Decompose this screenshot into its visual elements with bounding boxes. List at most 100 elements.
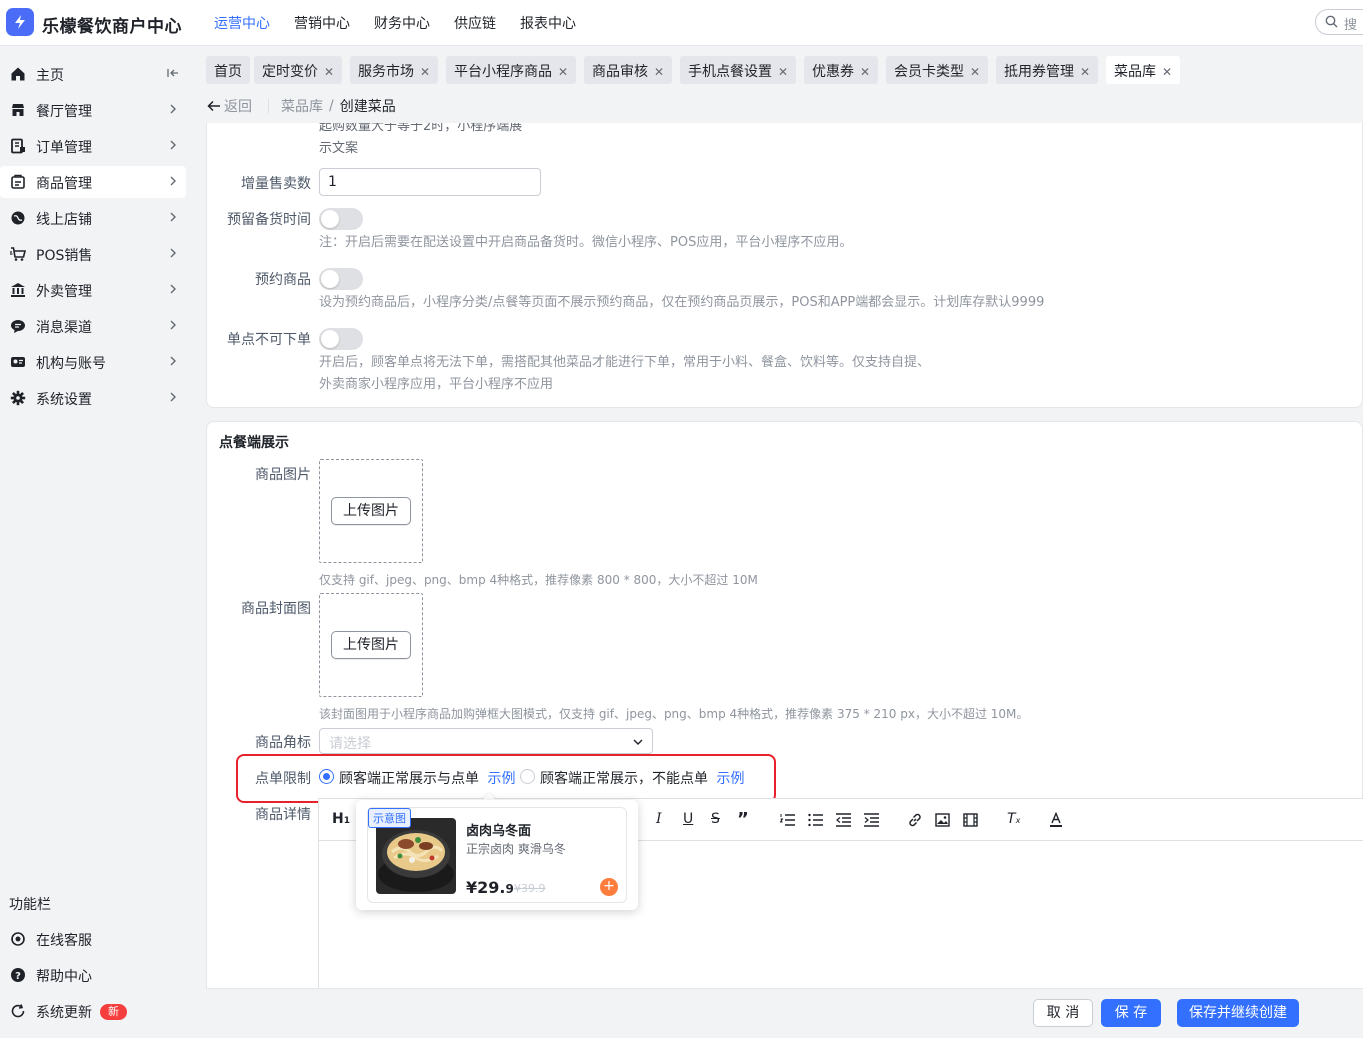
image-icon[interactable] [935,813,950,827]
sidebar-item-org-account[interactable]: 机构与账号 [0,346,186,378]
close-icon[interactable]: ✕ [970,65,980,79]
cover-label: 商品封面图 [241,601,311,617]
upload-cover-button[interactable]: 上传图片 [331,631,411,659]
tab-member-card[interactable]: 会员卡类型 ✕ [886,56,989,84]
collapse-icon[interactable] [166,66,180,80]
sidebar-item-online-store[interactable]: 线上店铺 [0,202,186,234]
sidebar-item-goods[interactable]: 商品管理 [0,166,186,198]
font-color-icon[interactable] [1049,812,1063,828]
tab-label: 手机点餐设置 [688,64,772,80]
indent-icon[interactable] [864,813,879,827]
heading-icon[interactable]: H1 [332,811,350,827]
save-and-continue-button[interactable]: 保存并继续创建 [1177,999,1299,1027]
sidebar-label: 餐厅管理 [36,104,92,120]
sidebar-label: POS销售 [36,248,93,264]
back-button[interactable]: 返回 [207,96,252,116]
sidebar-item-pos[interactable]: POS销售 [0,238,186,270]
tab-voucher[interactable]: 抵用券管理 ✕ [996,56,1099,84]
image-upload-area[interactable]: 上传图片 [319,459,423,563]
chevron-right-icon [170,392,176,402]
close-icon[interactable]: ✕ [558,65,568,79]
sidebar-item-takeaway[interactable]: 外卖管理 [0,274,186,306]
cancel-button[interactable]: 取 消 [1033,999,1093,1027]
tab-coupon[interactable]: 优惠券 ✕ [804,56,879,84]
video-icon[interactable] [963,813,978,827]
tab-goods-review[interactable]: 商品审核 ✕ [584,56,673,84]
tab-platform-goods[interactable]: 平台小程序商品 ✕ [446,56,577,84]
increment-label: 增量售卖数 [241,176,311,192]
corner-select[interactable]: 请选择 [319,728,653,754]
sidebar-item-orders[interactable]: 订单管理 [0,130,186,162]
ordered-list-icon[interactable] [780,813,795,827]
sidebar-label: 订单管理 [36,140,92,156]
close-icon[interactable]: ✕ [1162,65,1172,79]
corner-label: 商品角标 [255,735,311,751]
sidebar-item-help[interactable]: ? 帮助中心 [0,959,186,991]
single-order-toggle[interactable] [319,328,363,350]
sidebar-item-home[interactable]: 主页 [0,58,186,90]
topnav-report[interactable]: 报表中心 [520,13,576,33]
close-icon[interactable]: ✕ [420,65,430,79]
chevron-right-icon [170,176,176,186]
sidebar-item-settings[interactable]: 系统设置 [0,382,186,414]
upload-image-button[interactable]: 上传图片 [331,497,411,525]
close-icon[interactable]: ✕ [860,65,870,79]
cover-hint: 该封面图用于小程序商品加购弹框大图模式，仅支持 gif、jpeg、png、bmp… [319,707,1029,721]
sidebar-item-update[interactable]: 系统更新 新 [0,995,186,1027]
globe-icon [11,211,25,225]
single-order-label: 单点不可下单 [227,332,311,348]
outdent-icon[interactable] [836,813,851,827]
tab-home[interactable]: 首页 [206,56,250,84]
close-icon[interactable]: ✕ [324,65,334,79]
cover-upload-area[interactable]: 上传图片 [319,593,423,697]
price-decimal: 9 [505,882,514,896]
gear-icon [10,390,26,406]
quote-icon[interactable]: ” [737,809,749,830]
chevron-right-icon [170,320,176,330]
tab-market[interactable]: 服务市场 ✕ [350,56,439,84]
tab-label: 定时变价 [262,64,318,80]
sidebar-label: 帮助中心 [36,969,92,985]
basic-settings-card: 起购数量大于等于2时，小程序端展 示文案 增量售卖数 1 预留备货时间 注：开启… [206,123,1363,408]
topnav-marketing[interactable]: 营销中心 [294,13,350,33]
save-button[interactable]: 保 存 [1101,999,1161,1027]
arrow-left-icon [207,100,220,112]
italic-icon[interactable]: I [656,811,662,827]
search-icon [1325,15,1338,28]
bullet-list-icon[interactable] [808,813,823,827]
topnav-supply[interactable]: 供应链 [454,13,496,33]
tab-scheduled-price[interactable]: 定时变价 ✕ [254,56,343,84]
increment-input[interactable]: 1 [319,168,541,196]
refresh-icon [11,1004,25,1018]
search-input[interactable]: 搜 [1315,9,1363,35]
logo-icon[interactable] [6,8,34,36]
breadcrumb-current: 创建菜品 [339,99,396,115]
sidebar-label: 机构与账号 [36,356,106,372]
single-order-note2: 外卖商家小程序应用，平台小程序不应用 [319,377,554,392]
top-nav: 运营中心 营销中心 财务中心 供应链 报表中心 [214,13,576,33]
sidebar-item-online-service[interactable]: 在线客服 [0,923,186,955]
link-icon[interactable] [907,812,923,828]
close-icon[interactable]: ✕ [778,65,788,79]
sidebar-item-messages[interactable]: 消息渠道 [0,310,186,342]
tab-mobile-order[interactable]: 手机点餐设置 ✕ [680,56,797,84]
close-icon[interactable]: ✕ [1080,65,1090,79]
topnav-finance[interactable]: 财务中心 [374,13,430,33]
sidebar-label: 消息渠道 [36,320,92,336]
reserve-toggle[interactable] [319,208,363,230]
breadcrumb-parent[interactable]: 菜品库 [281,96,323,116]
clear-format-icon[interactable]: Tx [1007,811,1020,827]
underline-icon[interactable]: U [683,811,693,827]
tab-dish-library[interactable]: 菜品库 ✕ [1106,56,1181,84]
preorder-toggle[interactable] [319,268,363,290]
example-product-card: 示意图 卤肉乌冬面 正宗卤肉 爽滑乌冬 ¥29.9 ¥39.9 + [367,807,627,903]
close-icon[interactable]: ✕ [654,65,664,79]
plus-icon: + [600,878,618,896]
sidebar-item-restaurant[interactable]: 餐厅管理 [0,94,186,126]
reserve-label: 预留备货时间 [227,212,311,228]
breadcrumb-separator: / [329,98,334,114]
topnav-operation[interactable]: 运营中心 [214,13,270,33]
example-product-name: 卤肉乌冬面 [466,824,532,839]
strikethrough-icon[interactable]: S [711,811,720,827]
tab-label: 优惠券 [812,64,854,80]
